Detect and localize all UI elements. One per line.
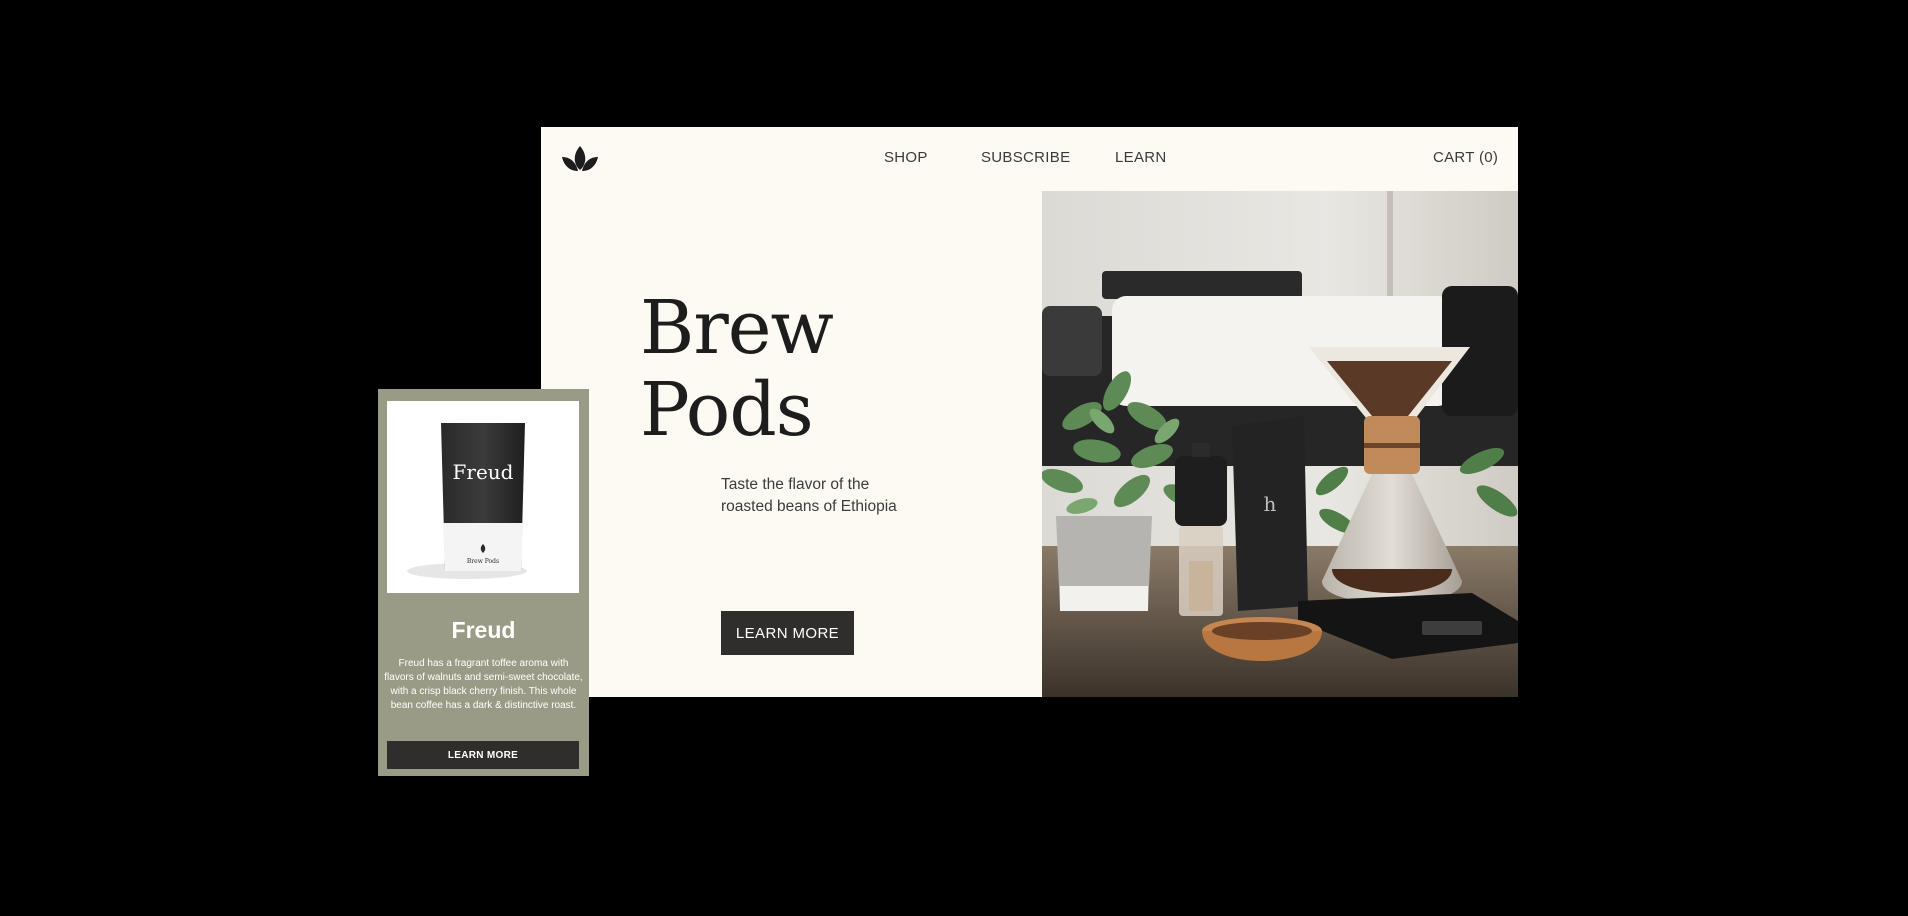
hero-subtitle-line-1: Taste the flavor of the <box>721 476 870 493</box>
coffee-bag-image: Freud Brew Pods <box>407 423 527 579</box>
coffee-scene-image: h <box>1042 191 1518 697</box>
product-description: Freud has a fragrant toffee aroma with f… <box>384 658 583 711</box>
hero-section: Brew Pods Taste the flavor of the roaste… <box>541 191 1042 697</box>
hero-title-line-2: Pods <box>640 367 814 453</box>
hero-title-line-1: Brew <box>640 285 834 371</box>
hero-learn-more-button[interactable]: LEARN MORE <box>721 611 854 655</box>
hero-subtitle-line-2: roasted beans of Ethiopia <box>721 498 897 515</box>
mockup-stage: SHOP SUBSCRIBE LEARN CART (0) Brew Pods … <box>0 0 1908 916</box>
svg-text:h: h <box>1264 492 1277 516</box>
website-preview: SHOP SUBSCRIBE LEARN CART (0) Brew Pods … <box>541 127 1518 697</box>
nav-shop[interactable]: SHOP <box>884 149 928 166</box>
product-image: Freud Brew Pods <box>387 401 579 593</box>
hero-photo: h <box>1042 191 1518 697</box>
leaf-logo-icon[interactable] <box>561 144 599 174</box>
top-nav: SHOP SUBSCRIBE LEARN CART (0) <box>541 127 1518 191</box>
product-card: Freud Brew Pods Freud Freud has a fragra… <box>378 389 589 776</box>
nav-cart[interactable]: CART (0) <box>1433 149 1498 166</box>
hero-subtitle: Taste the flavor of the roasted beans of… <box>721 474 951 518</box>
bag-brand-text: Brew Pods <box>467 558 499 565</box>
hero-title: Brew Pods <box>640 287 970 451</box>
product-learn-more-button[interactable]: LEARN MORE <box>387 741 579 769</box>
nav-learn[interactable]: LEARN <box>1115 149 1167 166</box>
product-title: Freud <box>451 617 516 643</box>
nav-subscribe[interactable]: SUBSCRIBE <box>981 149 1070 166</box>
bag-label-text: Freud <box>453 460 514 484</box>
